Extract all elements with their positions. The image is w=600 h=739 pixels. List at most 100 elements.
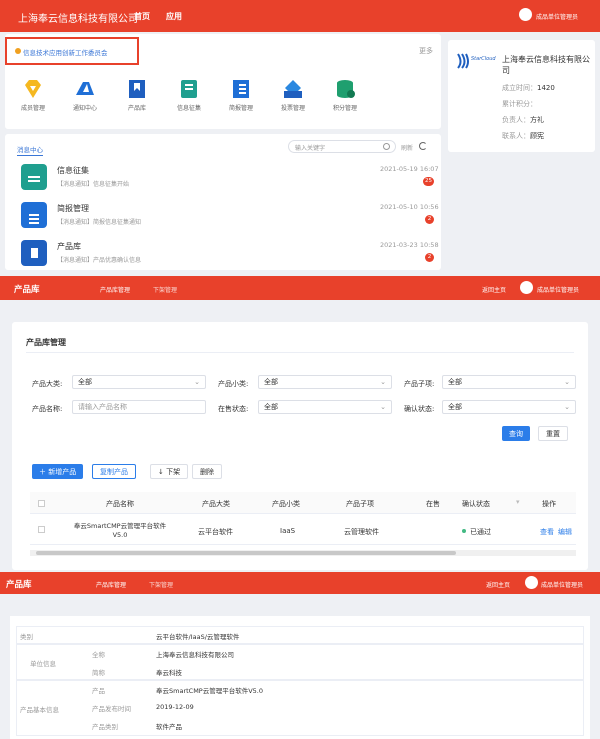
filter-label: 产品大类:: [32, 380, 63, 388]
category-value: 云平台软件/IaaS/云管理软件: [156, 633, 240, 641]
sale-status-select[interactable]: 全部 ⌄: [258, 400, 392, 414]
add-product-button[interactable]: ＋ 新增产品: [32, 464, 84, 479]
avatar[interactable]: [520, 281, 533, 294]
user-name[interactable]: 成品单位管理员: [537, 285, 579, 294]
offshelf-button[interactable]: ↓ 下架: [150, 464, 189, 479]
chevron-down-icon: ⌄: [194, 378, 200, 386]
edit-link[interactable]: 编辑: [558, 527, 572, 537]
major-category-select[interactable]: 全部 ⌄: [72, 375, 206, 389]
app-briefing[interactable]: 简报管理: [219, 78, 263, 112]
app-vote[interactable]: 投票管理: [271, 78, 315, 112]
inbox-icon: [21, 164, 47, 190]
message-subtitle: 【消息通知】产品优惠确认信息: [57, 257, 142, 264]
back-home-link[interactable]: 返回主页: [482, 285, 506, 294]
group-label: 产品基本信息: [20, 706, 59, 714]
product-detail-panel: 类别 云平台软件/IaaS/云管理软件 单位信息 全称 上海奉云信息科技有限公司…: [10, 616, 590, 739]
delete-button[interactable]: 删除: [192, 464, 222, 479]
select-all-checkbox[interactable]: [38, 500, 45, 507]
bookmark-icon: [126, 78, 148, 100]
unread-badge: 2: [425, 253, 434, 262]
points-label: 累计积分：: [502, 100, 537, 108]
page-title: 产品库管理: [26, 338, 66, 347]
product-management-panel: 产品库管理 产品大类: 全部 ⌄ 产品小类: 全部 ⌄ 产品子项: 全部 ⌄ 产品名称…: [12, 322, 588, 570]
app-members[interactable]: 成员管理: [11, 78, 55, 112]
app-notify[interactable]: 通知中心: [63, 78, 107, 112]
field-label: 产品类别: [92, 723, 118, 731]
refresh-icon[interactable]: [419, 142, 427, 150]
app-label: 积分管理: [332, 105, 357, 112]
nav-apps[interactable]: 应用: [166, 11, 182, 22]
nav-offshelf[interactable]: 下架管理: [149, 580, 173, 589]
nav-home[interactable]: 首页: [134, 11, 150, 22]
minor-cell: IaaS: [280, 527, 296, 535]
reset-button[interactable]: 重置: [538, 426, 568, 441]
table-row[interactable]: 奉云SmartCMP云管理平台软件V5.0 云平台软件 IaaS 云管理软件 已…: [30, 515, 576, 545]
company-logo: StarCloud: [456, 52, 496, 76]
list-item[interactable]: 产品库 【消息通知】产品优惠确认信息 2021-03-23 10:58 2: [5, 236, 441, 270]
brand-name: 上海奉云信息科技有限公司: [18, 14, 138, 25]
tab-committee: 信息技术应用创新工作委员会: [23, 49, 108, 57]
module-title: 产品库: [6, 580, 32, 590]
query-button[interactable]: 查询: [502, 426, 530, 441]
column-header: 产品子项: [346, 500, 374, 508]
filter-label: 确认状态:: [404, 405, 435, 413]
established-value: 1420: [537, 84, 555, 92]
search-input[interactable]: 输入关键字: [288, 140, 396, 153]
filter-icon[interactable]: ▾: [516, 498, 520, 506]
field-label: 全称: [92, 651, 105, 659]
bookmark-icon: [21, 240, 47, 266]
copy-product-button[interactable]: 复制产品: [92, 464, 136, 479]
user-name[interactable]: 成品单位管理员: [536, 12, 578, 21]
tab-committee-highlight[interactable]: 信息技术应用创新工作委员会: [5, 37, 139, 65]
message-center: 消息中心 输入关键字 刷新 信息征集 【消息通知】信息征集开始 2021-05-…: [5, 134, 441, 270]
view-link[interactable]: 查看: [540, 527, 554, 537]
apps-card: 信息技术应用创新工作委员会 更多 成员管理 通知中心 产品库 信息征集 简报管理…: [5, 34, 441, 129]
app-collect[interactable]: 信息征集: [167, 78, 211, 112]
message-subtitle: 【消息通知】信息征集开始: [57, 181, 130, 188]
status-badge: 已通过: [470, 528, 491, 536]
nav-product-manage[interactable]: 产品库管理: [96, 580, 126, 589]
column-header: 产品小类: [272, 500, 300, 508]
list-item[interactable]: 简报管理 【消息通知】简报信息征集通知 2021-05-10 10:56 2: [5, 198, 441, 234]
ballot-icon: [282, 78, 304, 100]
sub-item-select[interactable]: 全部 ⌄: [442, 375, 576, 389]
product-nav-bar: 产品库 产品库管理 下架管理 返回主页 成品单位管理员: [0, 276, 600, 300]
user-name[interactable]: 成品单位管理员: [541, 580, 583, 589]
module-title: 产品库: [14, 285, 40, 295]
diamond-icon: [22, 78, 44, 100]
app-label: 产品库: [127, 105, 146, 112]
search-icon[interactable]: [383, 143, 390, 150]
back-home-link[interactable]: 返回主页: [486, 580, 510, 589]
filter-label: 产品名称:: [32, 405, 63, 413]
avatar[interactable]: [525, 576, 538, 589]
field-label: 产品: [92, 687, 105, 695]
app-products[interactable]: 产品库: [115, 78, 159, 112]
app-points[interactable]: 积分管理: [323, 78, 367, 112]
owner-label: 负责人：方礼: [502, 116, 544, 124]
message-subtitle: 【消息通知】简报信息征集通知: [57, 219, 142, 226]
more-link[interactable]: 更多: [419, 46, 433, 56]
confirm-status-select[interactable]: 全部 ⌄: [442, 400, 576, 414]
release-date-value: 2019-12-09: [156, 703, 194, 711]
shortname-value: 奉云科技: [156, 669, 182, 677]
product-name-input[interactable]: 请输入产品名称: [72, 400, 206, 414]
product-value: 奉云SmartCMP云管理平台软件V5.0: [156, 687, 264, 695]
tab-messages[interactable]: 消息中心: [17, 144, 43, 156]
document-icon: [230, 78, 252, 100]
nav-offshelf[interactable]: 下架管理: [153, 285, 177, 294]
nav-product-manage[interactable]: 产品库管理: [100, 285, 130, 294]
avatar[interactable]: [519, 8, 532, 21]
logo-text: StarCloud: [471, 56, 496, 62]
list-item[interactable]: 信息征集 【消息通知】信息征集开始 2021-05-19 16:07 25: [5, 160, 441, 196]
message-time: 2021-03-23 10:58: [380, 241, 439, 249]
refresh-button[interactable]: 刷新: [401, 143, 413, 152]
app-label: 通知中心: [72, 105, 97, 112]
horizontal-scrollbar[interactable]: [30, 550, 576, 556]
product-name-cell: 奉云SmartCMP云管理平台软件V5.0: [73, 522, 167, 539]
app-label: 信息征集: [176, 105, 201, 112]
row-checkbox[interactable]: [38, 526, 45, 533]
minor-category-select[interactable]: 全部 ⌄: [258, 375, 392, 389]
database-icon: [334, 78, 356, 100]
field-label: 简称: [92, 669, 105, 677]
major-cell: 云平台软件: [198, 528, 233, 536]
